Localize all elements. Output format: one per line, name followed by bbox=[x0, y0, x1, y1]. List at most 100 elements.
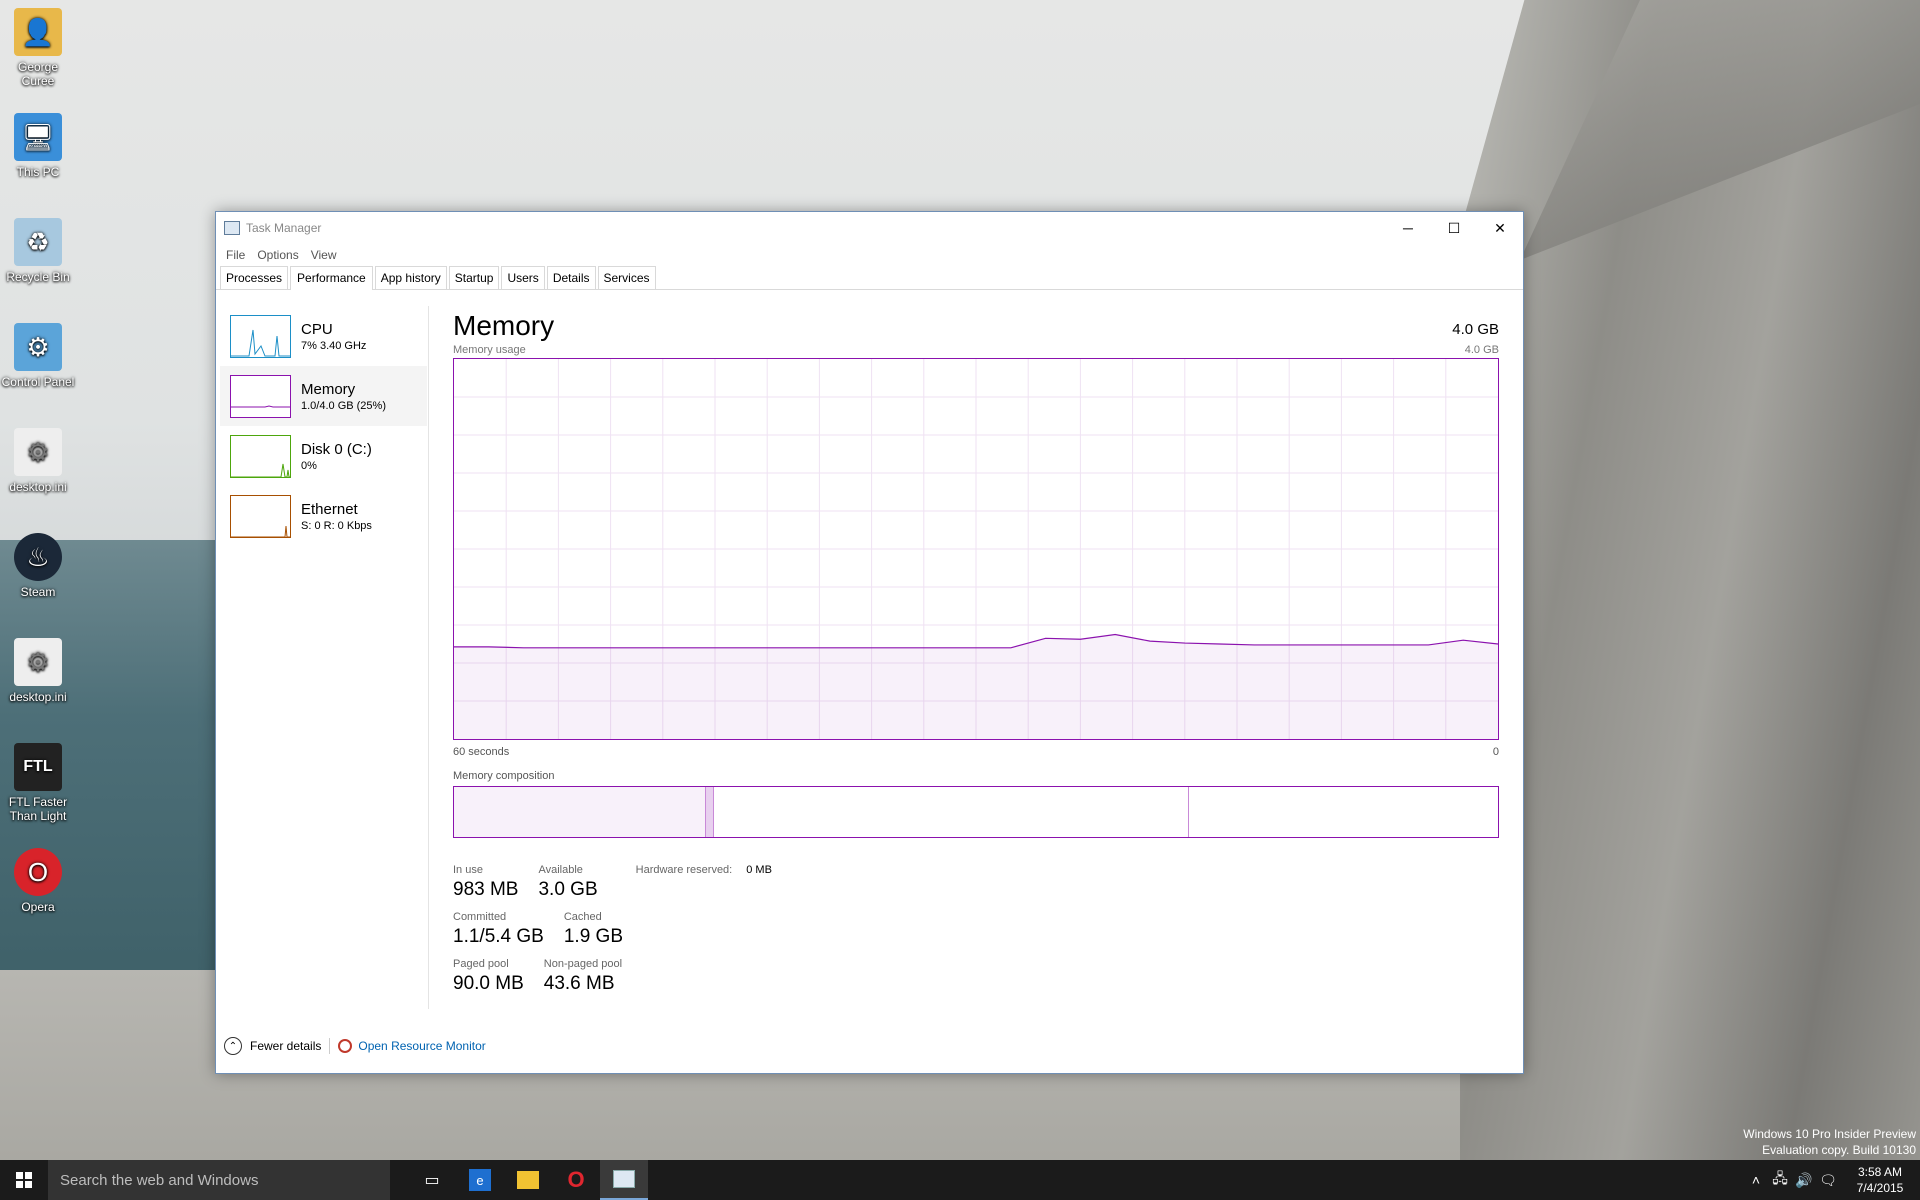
edge-browser-icon[interactable]: e bbox=[456, 1160, 504, 1200]
desktop-icon-user-folder[interactable]: 👤 George Curee bbox=[0, 8, 76, 88]
chevron-up-icon[interactable]: ˄ bbox=[1744, 1172, 1768, 1188]
chevron-up-icon[interactable]: ⌃ bbox=[224, 1037, 242, 1055]
action-center-icon[interactable]: 🗨 bbox=[1816, 1172, 1840, 1189]
watermark-line-2: Evaluation copy. Build 10130 bbox=[1762, 1143, 1916, 1157]
composition-segment-modified[interactable] bbox=[704, 787, 713, 837]
memory-sparkline bbox=[231, 404, 290, 407]
resource-sidebar: CPU 7% 3.40 GHz Memory 1.0/4.0 GB (25%) bbox=[220, 306, 427, 546]
tab-users[interactable]: Users bbox=[501, 266, 545, 289]
user-folder-icon: 👤 bbox=[14, 8, 62, 56]
sidebar-item-detail: 1.0/4.0 GB (25%) bbox=[301, 399, 386, 412]
tab-services[interactable]: Services bbox=[597, 266, 656, 289]
disk-thumbnail bbox=[230, 434, 291, 478]
sidebar-item-label: Memory bbox=[301, 380, 356, 398]
desktop-icon-label: George Curee bbox=[17, 60, 59, 88]
maximize-button[interactable]: ☐ bbox=[1431, 212, 1477, 244]
task-manager-taskbar-icon[interactable] bbox=[600, 1160, 648, 1200]
desktop-icon-recycle-bin[interactable]: ♻ Recycle Bin bbox=[0, 218, 76, 284]
sidebar-item-ethernet[interactable]: Ethernet S: 0 R: 0 Kbps bbox=[220, 486, 427, 546]
task-manager-window: Task Manager ─ ☐ ✕ File Options View Pro… bbox=[215, 211, 1524, 1074]
stat-committed: Committed 1.1/5.4 GB bbox=[453, 911, 544, 948]
system-tray: ˄ 🖧 🔊 🗨 3:58 AM 7/4/2015 bbox=[1744, 1164, 1920, 1196]
stat-value: 983 MB bbox=[453, 879, 519, 900]
opera-taskbar-icon[interactable]: O bbox=[552, 1160, 600, 1200]
memory-composition-bar bbox=[453, 786, 1499, 838]
composition-segment-standby[interactable] bbox=[712, 787, 1188, 837]
footer-divider bbox=[329, 1038, 331, 1054]
sidebar-item-cpu[interactable]: CPU 7% 3.40 GHz bbox=[220, 306, 427, 366]
stat-value: 90.0 MB bbox=[453, 973, 524, 994]
fewer-details-button[interactable]: Fewer details bbox=[250, 1039, 321, 1053]
desktop-icon-desktop-ini[interactable]: ⚙ desktop.ini bbox=[0, 428, 76, 494]
windows-watermark: Windows 10 Pro Insider Preview Evaluatio… bbox=[1743, 1126, 1916, 1158]
stat-paged-pool: Paged pool 90.0 MB bbox=[453, 958, 524, 995]
stat-available: Available 3.0 GB bbox=[538, 864, 597, 901]
menu-options[interactable]: Options bbox=[251, 248, 304, 262]
window-footer: ⌃ Fewer details Open Resource Monitor bbox=[216, 1019, 1523, 1073]
tab-bar: Processes Performance App history Startu… bbox=[216, 266, 1523, 290]
x-axis-end-label: 0 bbox=[1492, 746, 1499, 758]
task-view-icon[interactable]: ▭ bbox=[408, 1160, 456, 1200]
desktop-icon-ftl[interactable]: FTL FTL Faster Than Light bbox=[0, 743, 76, 823]
task-manager-icon bbox=[224, 221, 240, 235]
disk-sparkline bbox=[231, 463, 290, 477]
window-controls: ─ ☐ ✕ bbox=[1385, 212, 1523, 244]
ethernet-thumbnail bbox=[230, 494, 291, 538]
ethernet-sparkline bbox=[231, 525, 290, 537]
minimize-button[interactable]: ─ bbox=[1385, 212, 1431, 244]
desktop-icon-opera[interactable]: O Opera bbox=[0, 848, 76, 914]
file-explorer-icon[interactable] bbox=[504, 1160, 552, 1200]
sidebar-item-disk[interactable]: Disk 0 (C:) 0% bbox=[220, 426, 427, 486]
stat-cached: Cached 1.9 GB bbox=[564, 911, 623, 948]
clock-date: 7/4/2015 bbox=[1856, 1181, 1904, 1195]
sidebar-divider bbox=[428, 306, 429, 1009]
stat-value: 0 MB bbox=[746, 864, 772, 876]
recycle-bin-icon: ♻ bbox=[14, 218, 62, 266]
sidebar-item-label: CPU bbox=[301, 320, 333, 338]
stat-non-paged-pool: Non-paged pool 43.6 MB bbox=[544, 958, 622, 995]
desktop-icon-control-panel[interactable]: ⚙ Control Panel bbox=[0, 323, 76, 389]
sidebar-item-detail: 7% 3.40 GHz bbox=[301, 339, 367, 352]
composition-segment-free[interactable] bbox=[1187, 787, 1498, 837]
desktop-icon-label: FTL Faster Than Light bbox=[8, 795, 68, 823]
search-box[interactable]: Search the web and Windows bbox=[48, 1160, 390, 1200]
title-bar[interactable]: Task Manager ─ ☐ ✕ bbox=[216, 212, 1523, 244]
menu-bar: File Options View bbox=[216, 244, 1523, 266]
desktop-icon-label: Steam bbox=[20, 585, 56, 599]
resource-monitor-icon bbox=[338, 1039, 353, 1053]
opera-icon: O bbox=[14, 848, 62, 896]
desktop-icon-label: Recycle Bin bbox=[6, 270, 70, 284]
memory-detail: Memory 4.0 GB Memory usage 4.0 GB 60 sec… bbox=[453, 306, 1499, 1019]
start-button[interactable] bbox=[0, 1160, 48, 1200]
page-title: Memory bbox=[453, 310, 555, 341]
cpu-thumbnail bbox=[230, 314, 291, 358]
composition-segment-in-use[interactable] bbox=[454, 787, 705, 837]
desktop-icon-steam[interactable]: ♨ Steam bbox=[0, 533, 76, 599]
desktop-icon-label: Control Panel bbox=[1, 375, 75, 389]
desktop-icon-desktop-ini-2[interactable]: ⚙ desktop.ini bbox=[0, 638, 76, 704]
tab-processes[interactable]: Processes bbox=[220, 266, 289, 289]
x-axis-start-label: 60 seconds bbox=[453, 746, 510, 758]
sidebar-item-memory[interactable]: Memory 1.0/4.0 GB (25%) bbox=[220, 366, 427, 426]
close-button[interactable]: ✕ bbox=[1477, 212, 1523, 244]
desktop-icon-this-pc[interactable]: 🖥 This PC bbox=[0, 113, 76, 179]
menu-file[interactable]: File bbox=[220, 248, 251, 262]
tab-startup[interactable]: Startup bbox=[448, 266, 500, 289]
menu-view[interactable]: View bbox=[305, 248, 343, 262]
tab-performance[interactable]: Performance bbox=[290, 266, 373, 290]
memory-usage-label: Memory usage bbox=[453, 344, 526, 356]
stat-value: 1.1/5.4 GB bbox=[453, 926, 544, 947]
tab-details[interactable]: Details bbox=[546, 266, 596, 289]
network-icon[interactable]: 🖧 bbox=[1768, 1168, 1792, 1192]
desktop-icon-label: desktop.ini bbox=[9, 480, 67, 494]
open-resource-monitor-link[interactable]: Open Resource Monitor bbox=[358, 1039, 485, 1053]
clock[interactable]: 3:58 AM 7/4/2015 bbox=[1840, 1164, 1920, 1196]
volume-icon[interactable]: 🔊 bbox=[1792, 1172, 1816, 1189]
settings-file-icon: ⚙ bbox=[14, 428, 62, 476]
cpu-sparkline bbox=[231, 329, 290, 356]
stat-label: Paged pool bbox=[453, 958, 509, 970]
stat-label: Hardware reserved: bbox=[635, 864, 733, 876]
stat-hardware-reserved: Hardware reserved: 0 MB bbox=[636, 864, 772, 901]
tab-app-history[interactable]: App history bbox=[374, 266, 447, 289]
clock-time: 3:58 AM bbox=[1857, 1165, 1903, 1179]
